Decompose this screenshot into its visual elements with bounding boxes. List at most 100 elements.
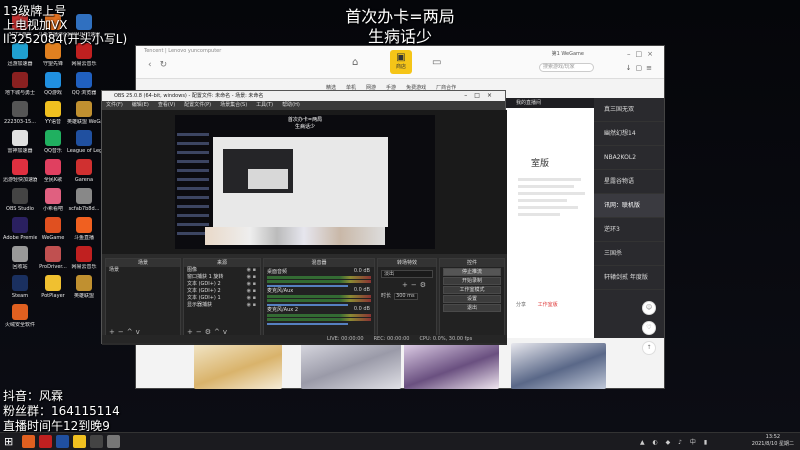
obs-menu-item[interactable]: 场景集合(S) (220, 102, 247, 108)
desktop-icon[interactable]: YY语音 (36, 101, 70, 125)
game-list-item[interactable]: 三国杀 (594, 242, 664, 266)
desktop-icon[interactable]: scfab7b8d... (67, 188, 101, 212)
game-list-item[interactable]: 星露谷物语 (594, 170, 664, 194)
preview-canvas[interactable]: 首次办卡=两局 生病话少 (175, 115, 435, 249)
desktop-icon[interactable]: 地下城与勇士 (3, 72, 37, 96)
obs-window-controls[interactable]: –□× (464, 91, 499, 101)
chat-icon[interactable]: ▢ (636, 64, 647, 72)
game-list-item[interactable]: 讯网：联机版 (594, 194, 664, 218)
desktop-icon[interactable]: 全民K歌 (36, 159, 70, 183)
taskbar-app-icon[interactable] (39, 435, 52, 448)
visibility-lock-icon[interactable]: ◉ ▪ (247, 288, 256, 295)
user-float-icon[interactable]: ♡ (642, 321, 656, 335)
desktop-icon[interactable]: 雷神加速器 (3, 130, 37, 154)
taskbar-app-icon[interactable] (22, 435, 35, 448)
gear-icon[interactable]: ⚙ (420, 281, 429, 289)
share-button[interactable]: 分享 (516, 302, 526, 308)
banner-card[interactable] (404, 343, 499, 389)
desktop-icon[interactable]: Garena (67, 159, 101, 183)
desktop-icon[interactable]: League of Legends (67, 130, 101, 154)
visibility-lock-icon[interactable]: ◉ ▪ (247, 295, 256, 302)
obs-control-button[interactable]: 设置 (443, 295, 501, 303)
game-list-item[interactable]: 真三国无双 (594, 98, 664, 122)
obs-control-button[interactable]: 退出 (443, 304, 501, 312)
desktop-icon[interactable]: QQ音乐 (36, 130, 70, 154)
desktop-icon[interactable]: Steam (3, 275, 37, 299)
taskbar-app-icon[interactable] (73, 435, 86, 448)
obs-menu-item[interactable]: 编辑(E) (132, 102, 149, 108)
game-list-item[interactable]: 幽然幻想14 (594, 122, 664, 146)
obs-preview[interactable]: 首次办卡=两局 生病话少 (102, 110, 507, 254)
desktop-icon[interactable]: 英雄联盟 WeGame版 (67, 101, 101, 125)
wegame-user[interactable]: 第1 WeGame (552, 50, 584, 57)
wegame-window-controls[interactable]: –□× (627, 50, 658, 58)
home-icon[interactable]: ⌂ (352, 57, 358, 68)
wegame-toolbar-icons[interactable]: ↓▢≡ (626, 64, 656, 72)
volume-slider[interactable] (267, 323, 349, 325)
desktop-icon[interactable]: 222303-15... (3, 101, 37, 125)
windows-start-icon[interactable]: ⊞ (4, 436, 13, 447)
menu-icon[interactable]: ≡ (646, 64, 656, 72)
obs-menu-item[interactable]: 帮助(H) (282, 102, 300, 108)
studio-button[interactable]: 工作室版 (538, 302, 558, 308)
visibility-lock-icon[interactable]: ◉ ▪ (247, 302, 256, 309)
scene-item[interactable]: 场景 (106, 267, 180, 274)
minimize-icon[interactable]: – (464, 92, 474, 99)
desktop-icon[interactable]: 火绒安全软件 (3, 304, 37, 328)
obs-menu-item[interactable]: 配置文件(P) (184, 102, 211, 108)
close-icon[interactable]: × (647, 50, 658, 58)
download-icon[interactable]: ↓ (626, 64, 636, 72)
desktop-icon[interactable]: QQ 浏览器 (67, 72, 101, 96)
obs-menu-item[interactable]: 文件(F) (106, 102, 123, 108)
source-item[interactable]: 窗口捕获 1 旋转 ◉ ▪ (184, 274, 260, 281)
desktop-icon[interactable]: 小希看吧 (36, 188, 70, 212)
game-list-item[interactable]: 逆环3 (594, 218, 664, 242)
store-tab[interactable]: ▣ 商店 (390, 50, 412, 74)
duration-input[interactable]: 300 ms (394, 293, 419, 300)
source-item[interactable]: 显示器捕获 ◉ ▪ (184, 302, 260, 309)
source-item[interactable]: 文本 (GDI+) 2 ◉ ▪ (184, 288, 260, 295)
desktop-icon[interactable]: OBS Studio (3, 188, 37, 212)
maximize-icon[interactable]: □ (474, 92, 487, 99)
banner-card[interactable] (511, 343, 606, 389)
game-list-item[interactable]: NBA2KOL2 (594, 146, 664, 170)
maximize-icon[interactable]: □ (636, 50, 648, 58)
taskbar-app-icon[interactable] (56, 435, 69, 448)
wegame-nav-arrows[interactable]: ‹↻ (148, 60, 175, 70)
desktop-icon[interactable]: PotPlayer (36, 275, 70, 299)
source-item[interactable]: 文本 (GDI+) 1 ◉ ▪ (184, 295, 260, 302)
system-tray[interactable]: ▲ ◐ ◆ ♪ 中 ▮ (640, 437, 710, 446)
desktop-icon[interactable]: QQ游戏 (36, 72, 70, 96)
chat-float-icon[interactable]: ☺ (642, 301, 656, 315)
game-list-item[interactable]: 轩辕剑贰 年度版 (594, 266, 664, 290)
live-tv-icon[interactable]: ▭ (432, 57, 441, 68)
obs-control-button[interactable]: 停止推流 (443, 268, 501, 276)
desktop-icon[interactable]: ProDriver... (36, 246, 70, 270)
desktop-icon[interactable]: 回收站 (3, 246, 37, 270)
obs-menu-item[interactable]: 工具(T) (256, 102, 273, 108)
transition-toolbar[interactable]: +−⚙ (378, 281, 436, 289)
visibility-lock-icon[interactable]: ◉ ▪ (247, 281, 256, 288)
transition-select[interactable]: 淡出 (381, 270, 433, 278)
obs-menu-item[interactable]: 查看(V) (158, 102, 175, 108)
visibility-lock-icon[interactable]: ◉ ▪ (247, 267, 256, 274)
visibility-lock-icon[interactable]: ◉ ▪ (247, 274, 256, 281)
source-item[interactable]: 文本 (GDI+) 2 ◉ ▪ (184, 281, 260, 288)
taskbar-app-icon[interactable] (90, 435, 103, 448)
banner-card[interactable] (301, 343, 401, 389)
taskbar-app-icon[interactable] (107, 435, 120, 448)
wegame-search-input[interactable]: 搜索游戏/玩家 (539, 63, 594, 72)
taskbar-clock[interactable]: 13:52 2021/8/10 星期二 (752, 434, 794, 448)
back-icon[interactable]: ‹ (148, 60, 160, 70)
desktop-icon[interactable]: 迅游轻快加速器 (3, 159, 37, 183)
desktop-icon[interactable]: 网易云音乐 (67, 246, 101, 270)
desktop-icon[interactable]: WeGame (36, 217, 70, 241)
minimize-icon[interactable]: – (627, 50, 636, 58)
banner-card[interactable] (194, 343, 282, 389)
obs-control-button[interactable]: 开始录制 (443, 277, 501, 285)
desktop-icon[interactable]: 英雄联盟 (67, 275, 101, 299)
remove-icon[interactable]: − (411, 281, 420, 289)
refresh-icon[interactable]: ↻ (160, 60, 176, 70)
desktop-icon[interactable]: 斗鱼直播 (67, 217, 101, 241)
add-icon[interactable]: + (402, 281, 411, 289)
